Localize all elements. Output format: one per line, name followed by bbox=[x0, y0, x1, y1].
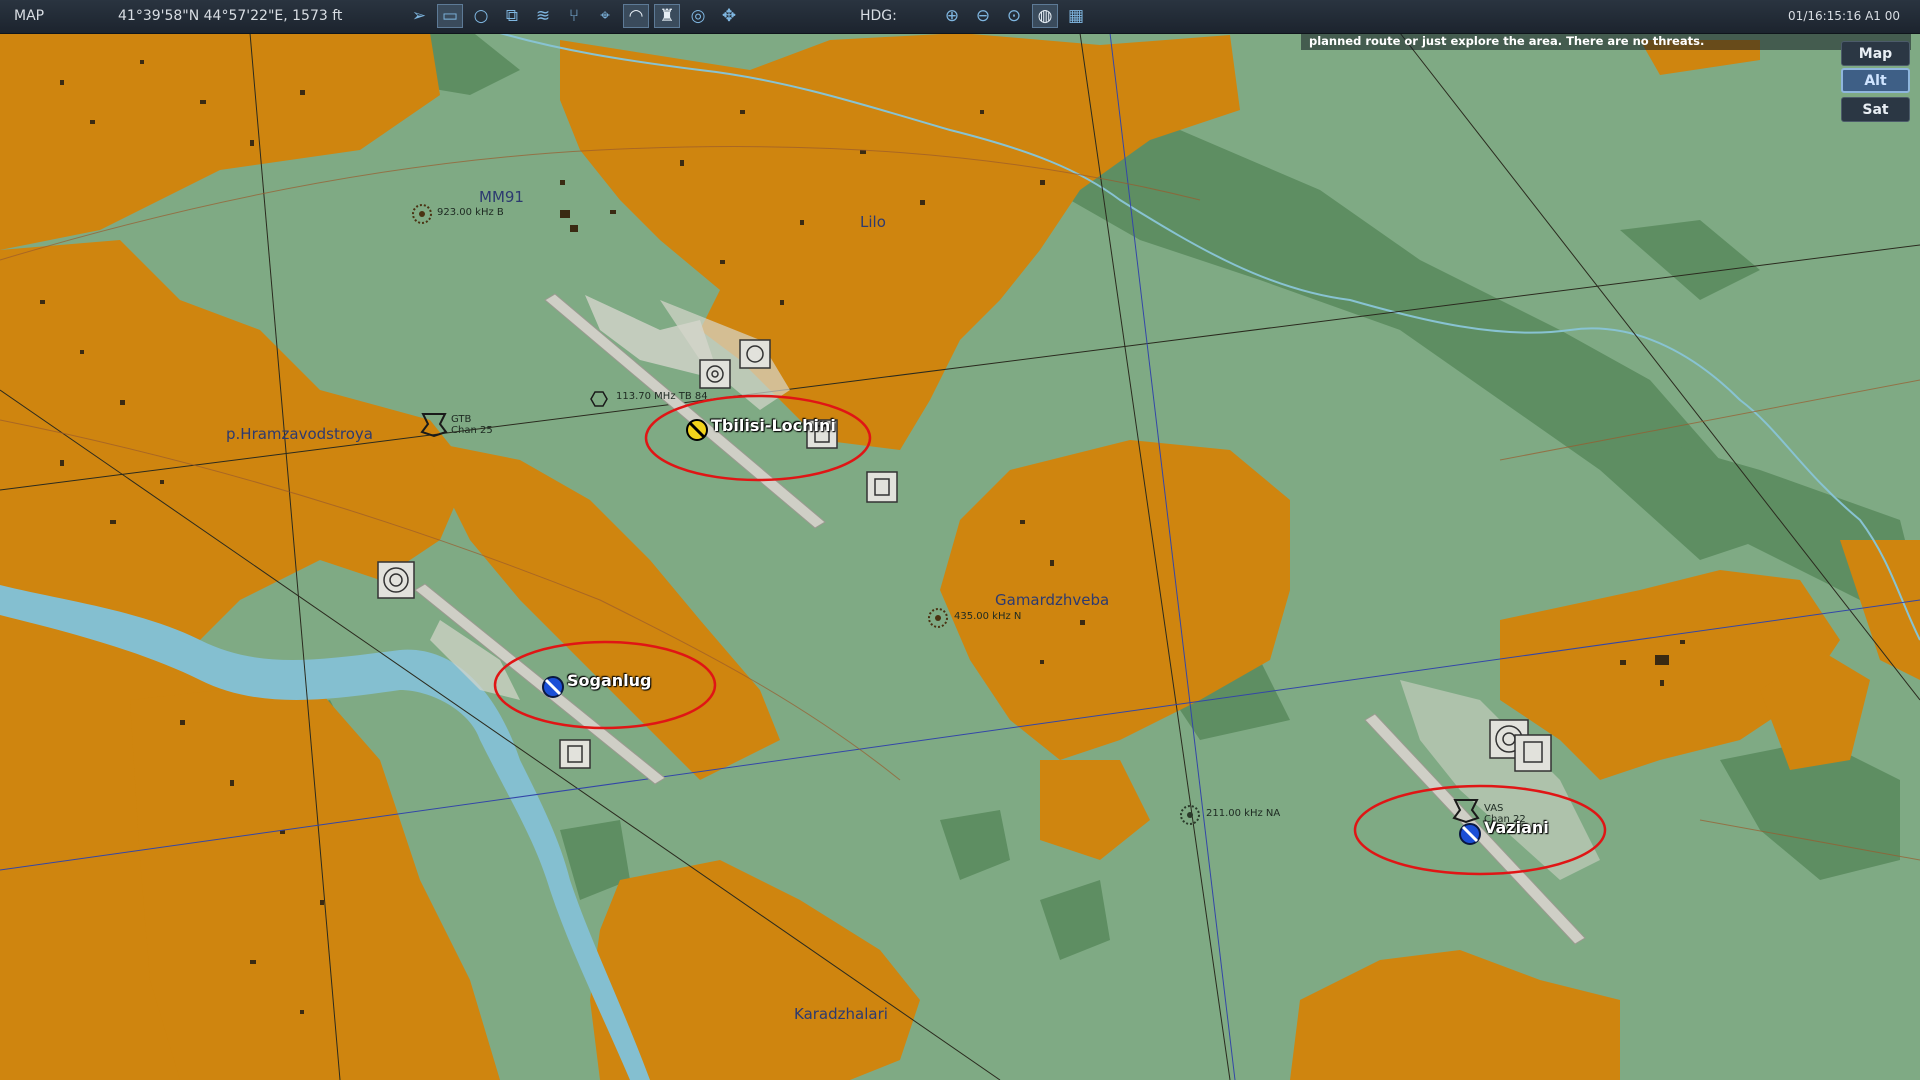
label-mm91: MM91 bbox=[479, 188, 524, 206]
label-soganlug[interactable]: Soganlug bbox=[567, 671, 651, 690]
label-gamardzhveba: Gamardzhveba bbox=[995, 591, 1110, 609]
terrain-icon[interactable]: ≋ bbox=[530, 4, 556, 28]
map-canvas[interactable] bbox=[0, 0, 1920, 1080]
layers-icon[interactable]: ⧉ bbox=[499, 4, 525, 28]
circle-draw-icon[interactable]: ○ bbox=[468, 4, 494, 28]
soganlug-airport-icon[interactable] bbox=[542, 676, 564, 698]
tbilisi-airport-icon[interactable] bbox=[686, 419, 708, 441]
target-crosshair-icon[interactable]: ⌖ bbox=[592, 4, 618, 28]
cursor-coordinates: 41°39'58"N 44°57'22"E, 1573 ft bbox=[118, 8, 343, 24]
label-vaziani[interactable]: Vaziani bbox=[1484, 818, 1549, 837]
map-toolbar: MAP 41°39'58"N 44°57'22"E, 1573 ft ➢ ▭ ○… bbox=[0, 0, 1920, 34]
radar-unit-icon bbox=[699, 359, 731, 389]
map-mode-label: MAP bbox=[14, 8, 45, 24]
zoom-fit-icon[interactable]: ⊙ bbox=[1001, 4, 1027, 28]
mission-clock: 01/16:15:16 A1 00 bbox=[1788, 9, 1900, 23]
map-type-map-button[interactable]: Map bbox=[1841, 41, 1910, 66]
grid-icon[interactable]: ▦ bbox=[1063, 4, 1089, 28]
storage-tank-icon bbox=[1514, 734, 1552, 772]
wifi-signal-icon[interactable]: ◠ bbox=[623, 4, 649, 28]
map-type-alt-button[interactable]: Alt bbox=[1841, 68, 1910, 93]
label-ndb-211: 211.00 kHz NA bbox=[1206, 808, 1281, 819]
zoom-in-icon[interactable]: ⊕ bbox=[939, 4, 965, 28]
label-vas: VAS bbox=[1484, 803, 1504, 814]
zoom-out-icon[interactable]: ⊖ bbox=[970, 4, 996, 28]
label-hramzavodstroya: p.Hramzavodstroya bbox=[226, 425, 373, 443]
label-tbilisi-lochini[interactable]: Tbilisi-Lochini bbox=[711, 416, 836, 435]
label-ndb-435: 435.00 kHz N bbox=[954, 611, 1022, 622]
radar-unit-icon bbox=[377, 561, 415, 599]
label-karadzhalari: Karadzhalari bbox=[794, 1005, 888, 1023]
vaziani-airport-icon[interactable] bbox=[1459, 823, 1481, 845]
chat-bubble-icon[interactable]: ◎ bbox=[685, 4, 711, 28]
label-vor-113: 113.70 MHz TB 84 bbox=[616, 391, 708, 402]
label-gtb: GTB bbox=[451, 414, 472, 425]
heading-label: HDG: bbox=[860, 8, 897, 24]
tower-icon[interactable]: ♜ bbox=[654, 4, 680, 28]
move-arrows-icon[interactable]: ✥ bbox=[716, 4, 742, 28]
aircraft-filter-icon[interactable]: ▭ bbox=[437, 4, 463, 28]
storage-tank-icon bbox=[559, 739, 591, 769]
radar-unit-icon bbox=[739, 339, 771, 369]
route-icon[interactable]: ⑂ bbox=[561, 4, 587, 28]
globe-icon[interactable]: ◍ bbox=[1032, 4, 1058, 28]
map-type-sat-button[interactable]: Sat bbox=[1841, 97, 1910, 122]
label-gtb-chan: Chan 25 bbox=[451, 425, 493, 436]
label-lilo: Lilo bbox=[860, 213, 886, 231]
label-ndb-923: 923.00 kHz B bbox=[437, 207, 504, 218]
cursor-arrow-icon[interactable]: ➢ bbox=[406, 4, 432, 28]
storage-tank-icon bbox=[866, 471, 898, 503]
